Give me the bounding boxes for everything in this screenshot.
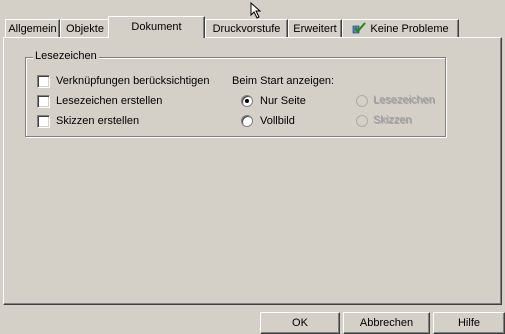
checkmark-icon [353,22,367,34]
tab-label: Objekte [66,23,104,35]
checkbox-label: Skizzen erstellen [56,115,140,127]
tab-label: Allgemein [8,23,57,35]
tab-dokument[interactable]: Dokument [108,16,205,38]
cancel-button[interactable]: Abbrechen [343,312,430,334]
mouse-pointer-icon [250,2,262,19]
tab-label: Erweitert [293,23,337,35]
radio-bookmarks-disabled [356,95,368,107]
radio-page-only[interactable] [241,95,253,107]
tab-allgemein[interactable]: Allgemein [5,19,60,37]
checkbox-respect-links[interactable] [37,75,50,88]
checkbox-create-thumbnails[interactable] [37,115,50,128]
tab-label: Keine Probleme [370,23,449,35]
tab-druckvorstufe[interactable]: Druckvorstufe [205,19,288,37]
radio-label: Vollbild [260,115,295,127]
checkbox-create-bookmarks[interactable] [37,95,50,108]
checkbox-label: Lesezeichen erstellen [56,95,163,107]
radio-label-disabled: Skizzen [374,114,413,128]
radio-selected-dot [245,99,249,103]
radio-label: Nur Seite [260,95,306,107]
tab-objekte[interactable]: Objekte [60,19,110,37]
radio-fullscreen[interactable] [241,115,253,127]
tab-label: Druckvorstufe [212,23,281,35]
tab-keine-probleme[interactable]: Keine Probleme [342,19,459,37]
radio-thumbnails-disabled [356,115,368,127]
help-button[interactable]: Hilfe [433,312,505,334]
radio-label: Lesezeichen [374,95,436,107]
start-view-label: Beim Start anzeigen: [232,75,335,87]
radio-label: Skizzen [374,115,413,127]
checkbox-label: Verknüpfungen berücksichtigen [56,75,210,87]
groupbox-title: Lesezeichen [33,50,99,62]
tab-erweitert[interactable]: Erweitert [288,19,342,37]
ok-button[interactable]: OK [260,312,340,334]
radio-label-disabled: Lesezeichen [374,94,436,108]
tab-label: Dokument [131,21,182,33]
